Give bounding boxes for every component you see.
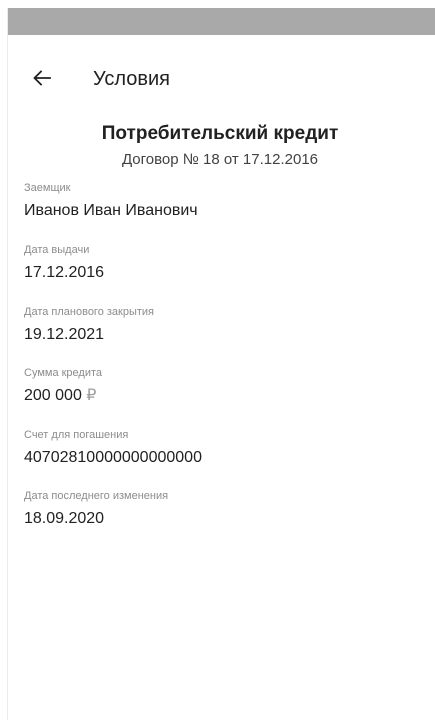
loan-amount-row: 200 000 ₽ xyxy=(24,386,102,406)
arrow-left-icon xyxy=(33,70,51,86)
contract-info: Договор № 18 от 17.12.2016 xyxy=(121,151,319,168)
repayment-account-label: Счет для погашения xyxy=(24,429,129,441)
last-change-field: Дата последнего изменения 18.09.2020 xyxy=(24,489,168,529)
page-title: Условия xyxy=(93,68,171,90)
borrower-label: Заемщик xyxy=(24,182,71,194)
issue-date-value: 17.12.2016 xyxy=(24,264,105,281)
planned-close-label: Дата планового закрытия xyxy=(24,306,155,318)
loan-title: Потребительский кредит xyxy=(101,123,339,144)
loan-amount-value: 200 000 xyxy=(24,387,82,404)
issue-date-field: Дата выдачи 17.12.2016 xyxy=(24,243,104,283)
status-bar xyxy=(8,8,435,35)
repayment-account-value: 40702810000000000000 xyxy=(24,449,202,466)
app-bar: Условия xyxy=(8,35,435,119)
borrower-field: Заемщик Иванов Иван Иванович xyxy=(24,181,198,221)
top-strip xyxy=(0,0,435,8)
last-change-value: 18.09.2020 xyxy=(24,510,105,527)
back-button[interactable] xyxy=(30,66,54,90)
planned-close-value: 19.12.2021 xyxy=(24,326,105,343)
planned-close-field: Дата планового закрытия 19.12.2021 xyxy=(24,305,154,345)
loan-amount-field: Сумма кредита 200 000 ₽ xyxy=(24,366,102,406)
loan-amount-label: Сумма кредита xyxy=(24,367,103,379)
repayment-account-field: Счет для погашения 40702810000000000000 xyxy=(24,428,202,468)
last-change-label: Дата последнего изменения xyxy=(24,490,169,502)
ruble-icon: ₽ xyxy=(86,387,97,404)
issue-date-label: Дата выдачи xyxy=(24,244,90,256)
window-edge xyxy=(0,8,8,720)
borrower-value: Иванов Иван Иванович xyxy=(24,202,198,219)
